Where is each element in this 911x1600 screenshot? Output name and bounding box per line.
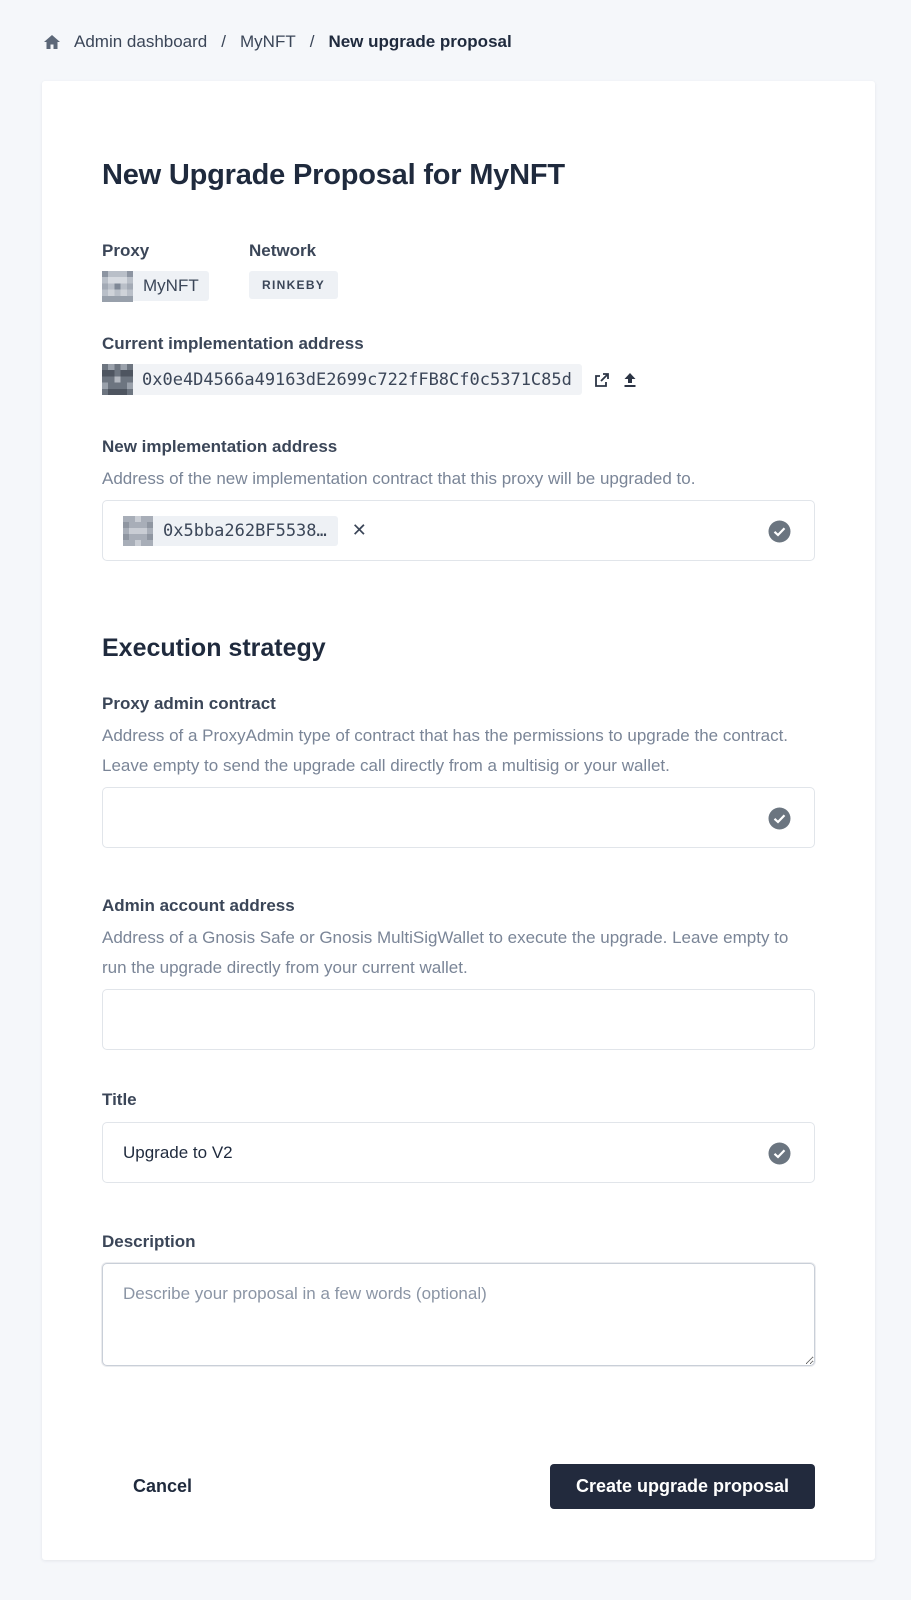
proposal-form-card: New Upgrade Proposal for MyNFT Proxy MyN… bbox=[42, 81, 875, 1560]
proxy-admin-input[interactable] bbox=[103, 788, 814, 847]
current-implementation-label: Current implementation address bbox=[102, 334, 364, 353]
new-implementation-field[interactable]: 0x5bba262BF5538… ✕ bbox=[102, 500, 815, 561]
current-implementation: Current implementation address 0x0e4D456… bbox=[102, 334, 640, 395]
clear-address-icon[interactable]: ✕ bbox=[352, 520, 367, 541]
title-label: Title bbox=[102, 1090, 137, 1109]
proxy-admin-section: Proxy admin contract Address of a ProxyA… bbox=[102, 694, 815, 848]
new-implementation-label: New implementation address bbox=[102, 437, 338, 456]
new-implementation-chip: 0x5bba262BF5538… bbox=[123, 515, 338, 546]
execution-strategy-title: Execution strategy bbox=[102, 634, 326, 662]
title-field bbox=[102, 1122, 815, 1183]
title-input[interactable] bbox=[103, 1123, 814, 1182]
page-title: New Upgrade Proposal for MyNFT bbox=[102, 159, 565, 191]
create-upgrade-proposal-button[interactable]: Create upgrade proposal bbox=[550, 1464, 815, 1509]
cancel-button[interactable]: Cancel bbox=[117, 1464, 208, 1509]
proxy-admin-field bbox=[102, 787, 815, 848]
proxy-admin-help: Address of a ProxyAdmin type of contract… bbox=[102, 726, 789, 775]
description-section: Description bbox=[102, 1232, 815, 1371]
description-label: Description bbox=[102, 1232, 196, 1251]
external-link-icon[interactable] bbox=[592, 370, 612, 390]
current-implementation-chip[interactable]: 0x0e4D4566a49163dE2699c722fFB8Cf0c5371C8… bbox=[102, 364, 582, 395]
address-blockie-icon bbox=[102, 364, 133, 395]
upload-icon[interactable] bbox=[620, 370, 640, 390]
admin-account-help: Address of a Gnosis Safe or Gnosis Multi… bbox=[102, 928, 789, 977]
address-blockie-icon bbox=[123, 515, 153, 546]
network-info: Network RINKEBY bbox=[249, 241, 339, 299]
current-implementation-address: 0x0e4D4566a49163dE2699c722fFB8Cf0c5371C8… bbox=[142, 369, 572, 390]
new-implementation: New implementation address Address of th… bbox=[102, 437, 815, 561]
proxy-name: MyNFT bbox=[143, 276, 199, 295]
breadcrumb-current: New upgrade proposal bbox=[328, 32, 512, 51]
breadcrumb-separator: / bbox=[309, 32, 315, 51]
proxy-label: Proxy bbox=[102, 241, 150, 260]
admin-account-input[interactable] bbox=[103, 990, 814, 1049]
proxy-blockie-icon bbox=[102, 270, 133, 302]
new-implementation-address: 0x5bba262BF5538… bbox=[163, 520, 327, 541]
description-textarea[interactable] bbox=[102, 1263, 815, 1366]
admin-account-section: Admin account address Address of a Gnosi… bbox=[102, 896, 815, 1050]
breadcrumb-separator: / bbox=[221, 32, 226, 51]
check-circle-icon bbox=[768, 807, 791, 830]
admin-account-field bbox=[102, 989, 815, 1050]
proxy-info: Proxy MyNFT bbox=[102, 241, 209, 307]
proxy-chip[interactable]: MyNFT bbox=[102, 270, 209, 302]
network-badge: RINKEBY bbox=[249, 271, 339, 299]
check-circle-icon bbox=[768, 520, 791, 543]
title-section: Title bbox=[102, 1090, 815, 1183]
check-circle-icon bbox=[768, 1142, 791, 1165]
home-icon[interactable] bbox=[42, 32, 62, 52]
breadcrumb-mynft[interactable]: MyNFT bbox=[240, 32, 296, 52]
admin-account-label: Admin account address bbox=[102, 896, 295, 915]
network-label: Network bbox=[249, 241, 317, 260]
breadcrumb: Admin dashboard / MyNFT / New upgrade pr… bbox=[42, 30, 512, 54]
breadcrumb-admin-dashboard[interactable]: Admin dashboard bbox=[74, 32, 207, 52]
new-implementation-help: Address of the new implementation contra… bbox=[102, 469, 696, 488]
proxy-admin-label: Proxy admin contract bbox=[102, 694, 276, 713]
